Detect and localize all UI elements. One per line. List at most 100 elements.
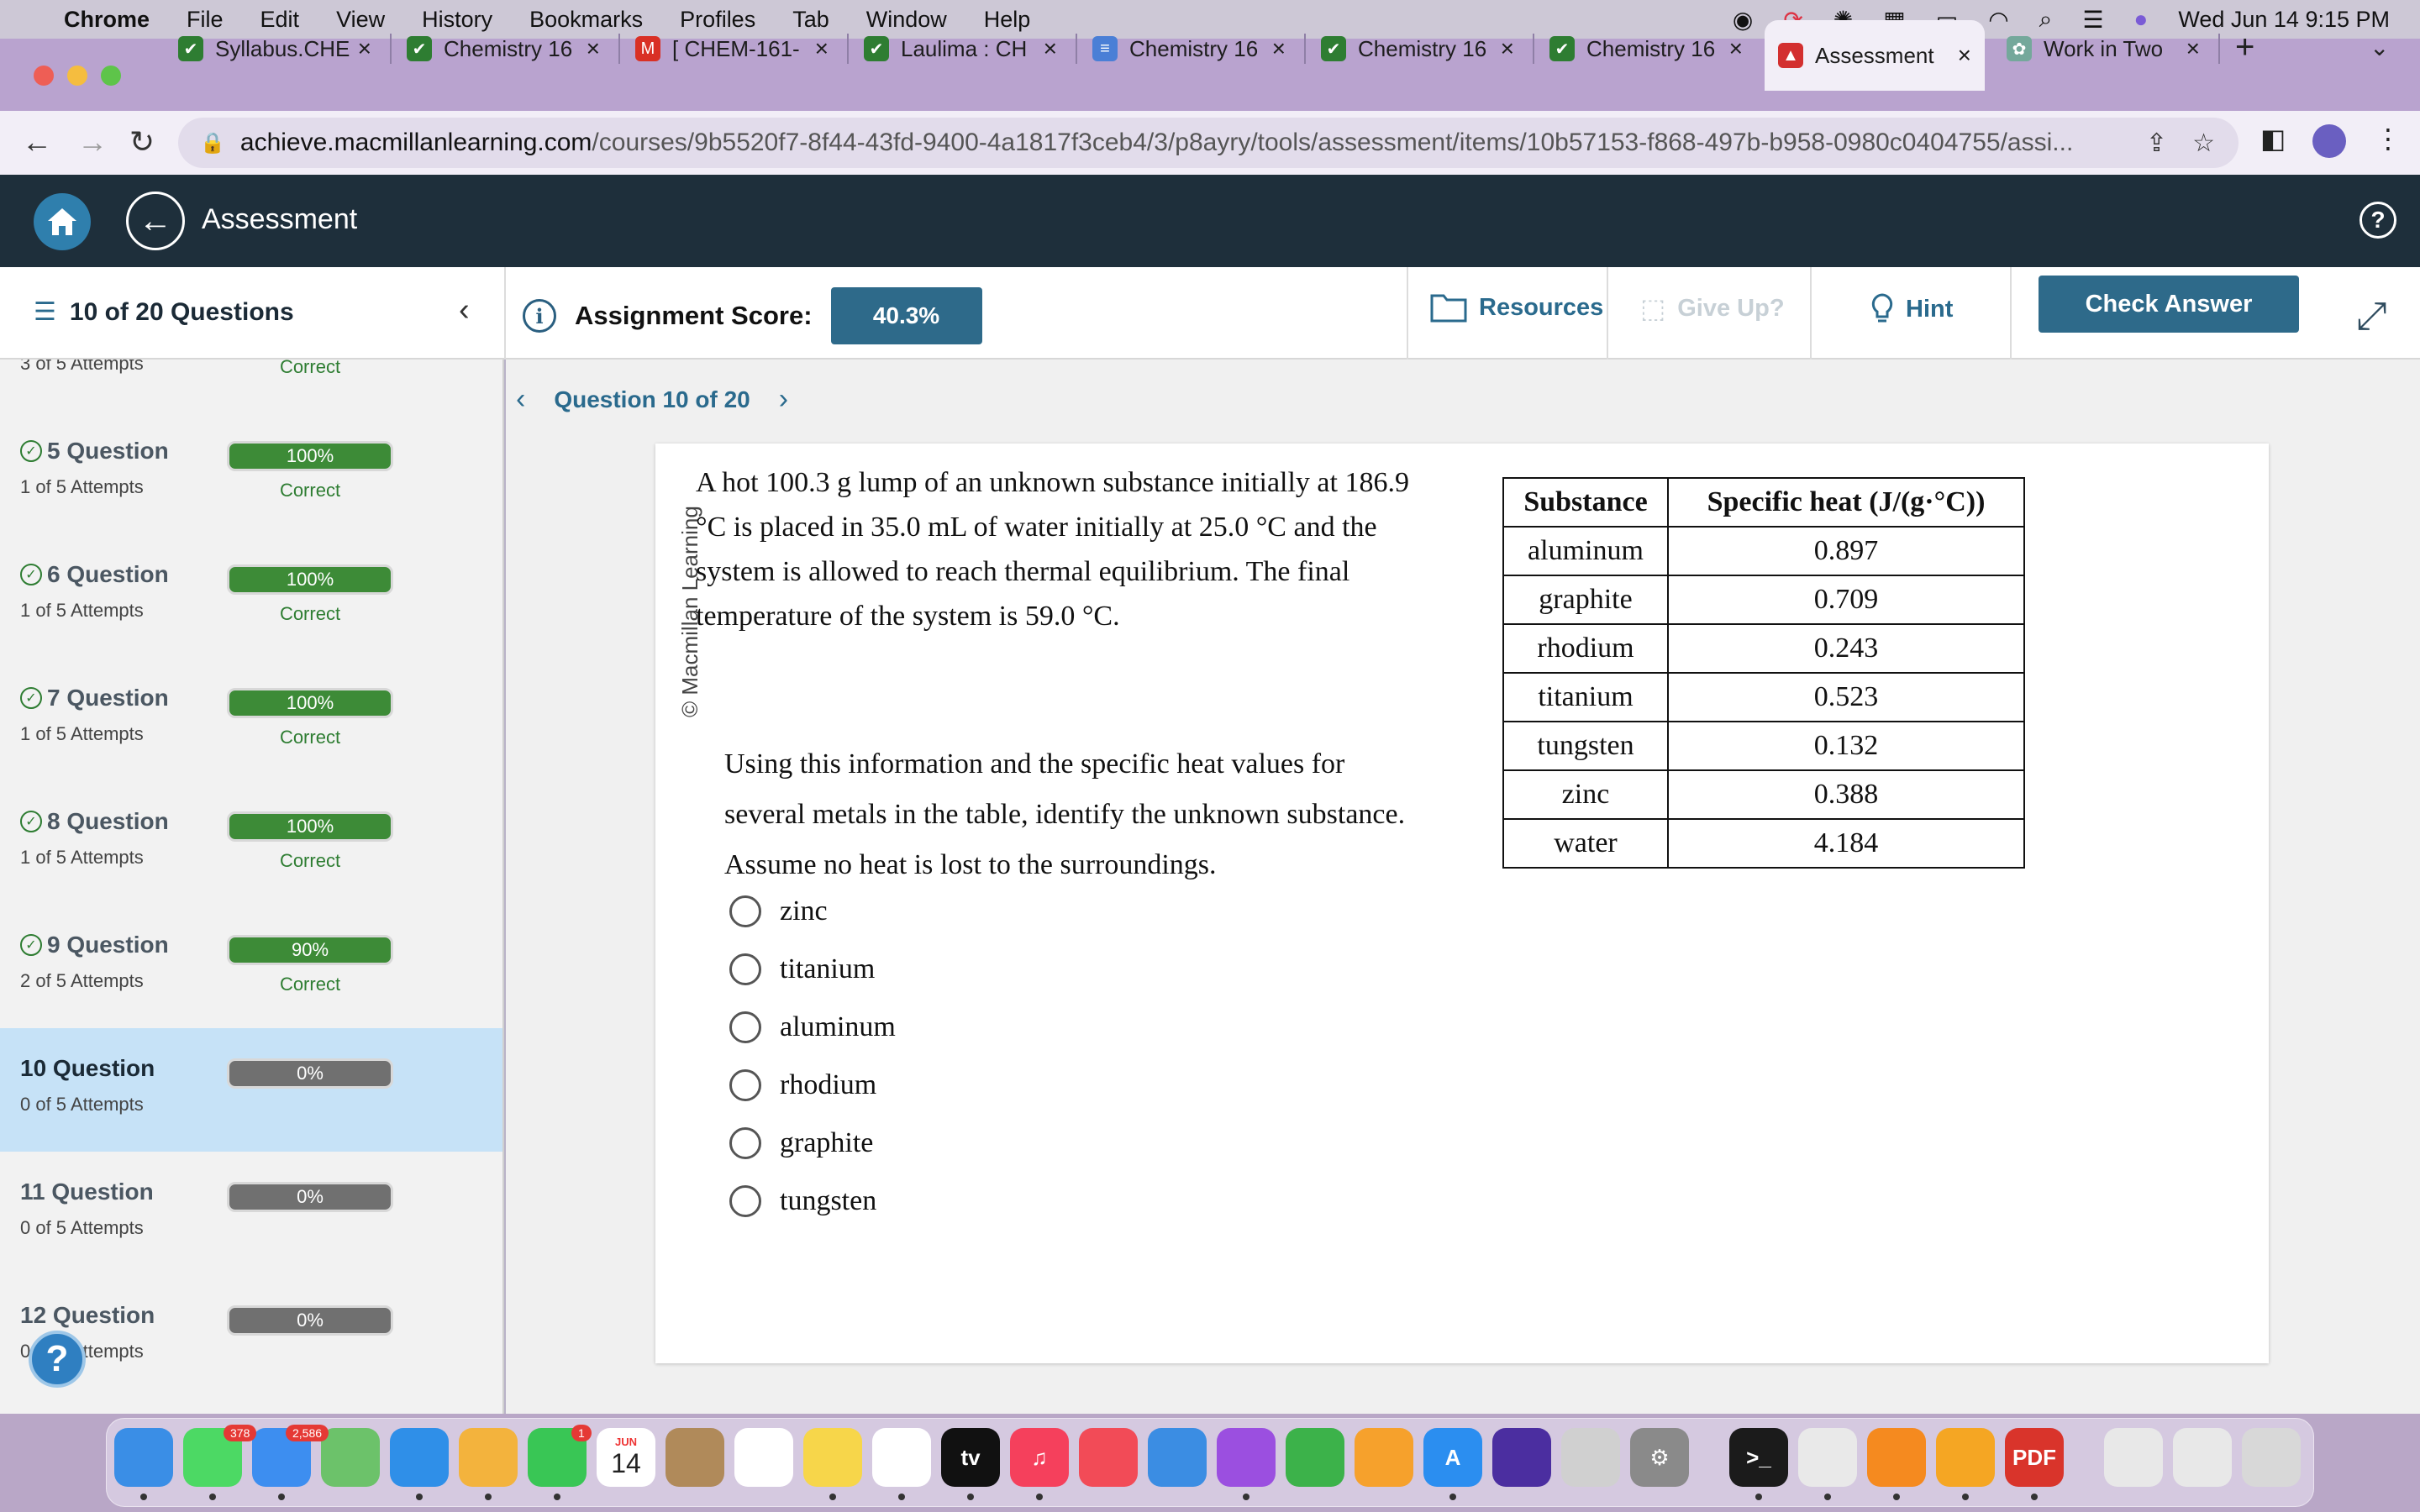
collapse-sidebar-chevron-icon[interactable]: ‹	[459, 292, 470, 328]
close-tab-icon[interactable]: ×	[1729, 35, 1743, 62]
check-answer-button[interactable]: Check Answer	[2039, 276, 2299, 333]
question-item[interactable]: 11 Question 0 of 5 Attempts 0%	[0, 1152, 502, 1275]
question-item[interactable]: ✓ 9 Question 2 of 5 Attempts 90% Correct	[0, 905, 502, 1028]
reminders-icon[interactable]	[734, 1428, 793, 1487]
browser-tab[interactable]: M [ CHEM-161- ×	[622, 25, 842, 72]
pdf-expert-icon[interactable]: PDF	[2005, 1428, 2064, 1487]
home-button[interactable]	[34, 193, 91, 250]
notes-icon[interactable]	[803, 1428, 862, 1487]
reload-icon[interactable]: ↻	[129, 124, 155, 160]
freeform-icon[interactable]	[872, 1428, 931, 1487]
close-tab-icon[interactable]: ×	[1501, 35, 1514, 62]
browser-tab[interactable]: ✔ Syllabus.CHE ×	[165, 25, 385, 72]
finder-icon[interactable]	[114, 1428, 173, 1487]
answer-option[interactable]: aluminum	[729, 998, 896, 1056]
browser-tab[interactable]: ≡ Chemistry 16 ×	[1079, 25, 1299, 72]
lock-icon[interactable]: 🔒	[200, 131, 225, 155]
answer-option[interactable]: tungsten	[729, 1172, 896, 1230]
terminal-icon[interactable]: >_	[1729, 1428, 1788, 1487]
close-window-button[interactable]	[34, 66, 54, 86]
home-app-icon[interactable]	[1936, 1428, 1995, 1487]
question-item[interactable]: ✓ 5 Question 1 of 5 Attempts 100% Correct	[0, 411, 502, 534]
back-arrow-icon[interactable]: ←	[22, 124, 52, 160]
forward-arrow-icon[interactable]: →	[77, 124, 108, 160]
questions-list-toggle[interactable]: ☰ 10 of 20 Questions	[34, 297, 294, 327]
previous-question-chevron-icon[interactable]: ‹	[516, 383, 525, 416]
question-item[interactable]: ✓ 8 Question 1 of 5 Attempts 100% Correct	[0, 781, 502, 905]
downloads-stack-icon[interactable]	[2104, 1428, 2163, 1487]
chrome-menu-icon[interactable]: ⋮	[2375, 123, 2402, 155]
share-icon[interactable]: ⇪	[2146, 129, 2167, 158]
menu-chrome[interactable]: Chrome	[64, 7, 150, 33]
address-bar[interactable]: 🔒 achieve.macmillanlearning.com/courses/…	[178, 118, 2238, 168]
browser-tab[interactable]: ✔ Chemistry 16 ×	[1536, 25, 1756, 72]
close-tab-icon[interactable]: ×	[1272, 35, 1286, 62]
answer-option[interactable]: titanium	[729, 940, 896, 998]
chrome-icon[interactable]	[1798, 1428, 1857, 1487]
next-question-chevron-icon[interactable]: ›	[779, 383, 788, 416]
radio-button[interactable]	[729, 1184, 761, 1217]
answer-option-label[interactable]: aluminum	[780, 1011, 896, 1043]
question-nav-label[interactable]: Question 10 of 20	[554, 386, 750, 413]
answer-option[interactable]: zinc	[729, 882, 896, 940]
answer-option-label[interactable]: zinc	[780, 895, 828, 927]
documents-stack-icon[interactable]	[2173, 1428, 2232, 1487]
minimize-window-button[interactable]	[67, 66, 87, 86]
tab-search-chevron-icon[interactable]: ⌄	[2370, 34, 2389, 61]
browser-tab[interactable]: ✔ Chemistry 16 ×	[393, 25, 613, 72]
browser-tab[interactable]: ✿ Work in Two ×	[1993, 25, 2213, 72]
system-settings-icon[interactable]: ⚙	[1630, 1428, 1689, 1487]
keynote-icon[interactable]	[1148, 1428, 1207, 1487]
calendar-icon[interactable]: JUN 14	[597, 1428, 655, 1487]
browser-tab[interactable]: ▲ Assessment ×	[1765, 20, 1985, 91]
answer-option[interactable]: graphite	[729, 1114, 896, 1172]
question-item[interactable]: ✓ 6 Question 1 of 5 Attempts 100% Correct	[0, 534, 502, 658]
trash-icon[interactable]	[2242, 1428, 2301, 1487]
radio-button[interactable]	[729, 895, 761, 927]
back-button[interactable]: ←	[126, 192, 185, 250]
bookmark-star-icon[interactable]: ☆	[2192, 129, 2215, 158]
radio-button[interactable]	[729, 1068, 761, 1101]
info-icon[interactable]: i	[523, 299, 556, 333]
close-tab-icon[interactable]: ×	[1958, 42, 1971, 69]
new-tab-button[interactable]: +	[2235, 29, 2254, 66]
launchpad-icon[interactable]	[1561, 1428, 1620, 1487]
pages-icon[interactable]	[1355, 1428, 1413, 1487]
question-item-4-partial[interactable]: 3 of 5 Attempts Correct	[0, 360, 502, 411]
answer-option[interactable]: rhodium	[729, 1056, 896, 1114]
answer-option-label[interactable]: graphite	[780, 1127, 873, 1159]
radio-button[interactable]	[729, 1011, 761, 1043]
radio-button[interactable]	[729, 953, 761, 985]
photos-icon[interactable]	[459, 1428, 518, 1487]
question-item[interactable]: 10 Question 0 of 5 Attempts 0%	[0, 1028, 502, 1152]
radio-button[interactable]	[729, 1126, 761, 1159]
floating-help-button[interactable]: ?	[29, 1331, 86, 1388]
side-panel-icon[interactable]: ◧	[2260, 123, 2286, 155]
profile-avatar[interactable]	[2312, 124, 2346, 158]
close-tab-icon[interactable]: ×	[815, 35, 829, 62]
close-tab-icon[interactable]: ×	[587, 35, 600, 62]
news-icon[interactable]	[1079, 1428, 1138, 1487]
resources-button[interactable]: Resources	[1430, 292, 1603, 323]
hint-button[interactable]: Hint	[1870, 292, 1953, 326]
browser-tab[interactable]: ✔ Laulima : CH ×	[850, 25, 1071, 72]
answer-option-label[interactable]: rhodium	[780, 1069, 876, 1101]
question-item[interactable]: ✓ 7 Question 1 of 5 Attempts 100% Correct	[0, 658, 502, 781]
zoom-window-button[interactable]	[101, 66, 121, 86]
nordvpn-icon[interactable]	[1492, 1428, 1551, 1487]
app-store-icon[interactable]: A	[1423, 1428, 1482, 1487]
answer-option-label[interactable]: titanium	[780, 953, 875, 985]
close-tab-icon[interactable]: ×	[358, 35, 371, 62]
safari-icon[interactable]	[390, 1428, 449, 1487]
url-text[interactable]: achieve.macmillanlearning.com/courses/9b…	[240, 129, 2156, 157]
give-up-button[interactable]: ⬚ Give Up?	[1640, 292, 1785, 324]
apple-tv-icon[interactable]: tv	[941, 1428, 1000, 1487]
answer-option-label[interactable]: tungsten	[780, 1185, 876, 1217]
browser-tab[interactable]: ✔ Chemistry 16 ×	[1307, 25, 1528, 72]
podcasts-icon[interactable]	[1217, 1428, 1276, 1487]
numbers-icon[interactable]	[1286, 1428, 1344, 1487]
maps-icon[interactable]	[321, 1428, 380, 1487]
close-tab-icon[interactable]: ×	[2186, 35, 2200, 62]
music-icon[interactable]: ♫	[1010, 1428, 1069, 1487]
contacts-icon[interactable]	[666, 1428, 724, 1487]
